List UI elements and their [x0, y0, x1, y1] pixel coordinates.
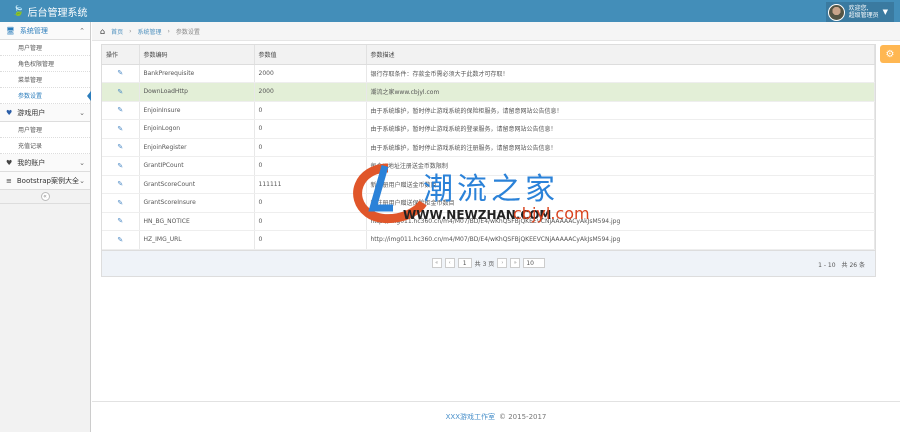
app-title: 后台管理系统 — [27, 8, 88, 19]
cell-value: 2000 — [254, 82, 367, 102]
user-greeting: 欢迎您, — [848, 5, 869, 12]
sidebar-group-label: Bootstrap案例大全 — [16, 176, 79, 185]
footer-studio: XXX游戏工作室 — [445, 413, 495, 421]
cell-value: 0 — [254, 138, 367, 157]
cell-desc: 由于系统维护，暂时停止游戏系统的登录服务，请留意网站公告信息！ — [366, 119, 875, 139]
pager: « ‹ 1 共 3 页 › » 10 1 - 10 共 26 条 — [102, 249, 875, 276]
cell-code: GrantIPCount — [139, 156, 255, 176]
footer-copyright: © 2015-2017 — [499, 413, 547, 421]
table-row[interactable]: ✎ DownLoadHttp 2000 潮流之家www.cbjyl.com — [102, 82, 875, 102]
edit-pencil-icon[interactable]: ✎ — [102, 101, 140, 120]
cell-code: EnjoinLogon — [139, 119, 255, 139]
list-icon: ≡ — [6, 176, 12, 185]
gear-icon: ⚙ — [885, 48, 895, 60]
breadcrumb-section[interactable]: 系统管理 — [138, 27, 162, 36]
chevron-down-icon: ⌄ — [79, 176, 85, 185]
sidebar-item-game-user-manage[interactable]: 用户管理 — [0, 122, 90, 138]
cell-code: BankPrerequisite — [139, 64, 255, 83]
next-page-button[interactable]: › — [497, 258, 508, 268]
cell-code: DownLoadHttp — [139, 82, 255, 102]
table-row[interactable]: ✎ EnjoinInsure 0 由于系统维护，暂时停止游戏系统的保险柜服务，请… — [102, 101, 875, 120]
sidebar-group-game-users[interactable]: ♥ 游戏用户 ⌄ — [0, 104, 90, 122]
column-header-desc[interactable]: 参数描述 — [366, 45, 875, 65]
sidebar-item-role-permission[interactable]: 角色权限管理 — [0, 56, 90, 72]
cell-value: 0 — [254, 119, 367, 139]
cell-desc: 潮流之家www.cbjyl.com — [366, 82, 875, 102]
edit-pencil-icon[interactable]: ✎ — [102, 193, 140, 213]
sidebar-group-bootstrap[interactable]: ≡ Bootstrap案例大全 ⌄ — [0, 172, 90, 190]
top-navbar: 🍃 后台管理系统 欢迎您, 超级管理员 ▼ — [0, 0, 900, 22]
cell-code: GrantScoreInsure — [139, 193, 255, 213]
page-size-select[interactable]: 10 — [523, 258, 546, 268]
cell-code: GrantScoreCount — [139, 175, 255, 194]
edit-pencil-icon[interactable]: ✎ — [102, 156, 140, 176]
sidebar: 🖥 系统管理 ⌃ 用户管理 角色权限管理 菜单管理 参数设置 ♥ 游戏用户 ⌄ … — [0, 22, 91, 432]
edit-pencil-icon[interactable]: ✎ — [102, 64, 140, 83]
breadcrumb-home[interactable]: 首页 — [111, 27, 123, 36]
breadcrumb-separator: › — [129, 27, 132, 35]
breadcrumb-current: 参数设置 — [175, 28, 200, 36]
sidebar-item-menu-manage[interactable]: 菜单管理 — [0, 72, 90, 88]
sidebar-item-param-settings[interactable]: 参数设置 — [0, 88, 91, 104]
table-row[interactable]: ✎ EnjoinRegister 0 由于系统维护，暂时停止游戏系统的注册服务，… — [102, 138, 875, 157]
prev-page-button[interactable]: ‹ — [444, 258, 455, 268]
user-name: 超级管理员 — [848, 12, 879, 19]
last-page-button[interactable]: » — [510, 258, 521, 268]
column-header-op[interactable]: 操作 — [102, 45, 140, 65]
cell-desc: 由于系统维护，暂时停止游戏系统的保险柜服务，请留意网站公告信息！ — [366, 101, 875, 120]
edit-pencil-icon[interactable]: ✎ — [102, 119, 140, 139]
cell-desc: 由于系统维护，暂时停止游戏系统的注册服务，请留意网站公告信息！ — [366, 138, 875, 157]
desktop-icon: 🖥 — [6, 26, 15, 35]
cell-desc: 银行存取条件：存款金币需必须大于此数才可存取！ — [366, 64, 875, 83]
table-row[interactable]: ✎ BankPrerequisite 2000 银行存取条件：存款金币需必须大于… — [102, 64, 875, 83]
edit-pencil-icon[interactable]: ✎ — [102, 212, 140, 231]
watermark-url-2: cbjyl.com — [513, 204, 590, 223]
sidebar-item-user-manage[interactable]: 用户管理 — [0, 40, 90, 56]
sidebar-collapse: « — [0, 190, 90, 204]
heart-icon: ♥ — [6, 108, 13, 117]
cell-value: 0 — [254, 101, 367, 120]
sidebar-group-label: 我的账户 — [17, 158, 46, 167]
chevron-down-icon: ⌄ — [79, 108, 85, 117]
table-row[interactable]: ✎ EnjoinLogon 0 由于系统维护，暂时停止游戏系统的登录服务，请留意… — [102, 119, 875, 139]
heart-icon: ♥ — [6, 158, 13, 167]
breadcrumb: ⌂ 首页 › 系统管理 › 参数设置 — [92, 22, 900, 41]
home-icon[interactable]: ⌂ — [100, 27, 105, 36]
page-number-input[interactable]: 1 — [457, 258, 472, 268]
app-brand[interactable]: 🍃 后台管理系统 — [12, 4, 87, 19]
edit-pencil-icon[interactable]: ✎ — [102, 175, 140, 194]
user-menu[interactable]: 欢迎您, 超级管理员 ▼ — [825, 2, 894, 22]
sidebar-item-recharge-records[interactable]: 充值记录 — [0, 138, 90, 154]
column-header-code[interactable]: 参数编码 — [139, 45, 255, 65]
settings-gear-button[interactable]: ⚙ — [880, 45, 900, 63]
sidebar-group-label: 游戏用户 — [17, 108, 46, 117]
double-chevron-left-icon[interactable]: « — [40, 192, 50, 201]
chevron-down-icon: ⌄ — [79, 158, 85, 167]
footer: XXX游戏工作室 © 2015-2017 — [92, 401, 900, 432]
sidebar-group-label: 系统管理 — [19, 26, 48, 35]
breadcrumb-separator: › — [167, 27, 170, 35]
sidebar-group-system[interactable]: 🖥 系统管理 ⌃ — [0, 22, 90, 40]
table-header-row: 操作 参数编码 参数值 参数描述 — [102, 45, 875, 65]
cell-code: HN_BG_NOTICE — [139, 212, 255, 231]
cell-code: EnjoinRegister — [139, 138, 255, 157]
pager-info: 1 - 10 共 26 条 — [818, 261, 865, 269]
caret-down-icon: ▼ — [882, 8, 888, 16]
chevron-up-icon: ⌃ — [79, 26, 85, 35]
cell-code: HZ_IMG_URL — [139, 230, 255, 250]
column-header-value[interactable]: 参数值 — [254, 45, 367, 65]
edit-pencil-icon[interactable]: ✎ — [102, 138, 140, 157]
sidebar-group-my-account[interactable]: ♥ 我的账户 ⌄ — [0, 154, 90, 172]
cell-value: 2000 — [254, 64, 367, 83]
cell-code: EnjoinInsure — [139, 101, 255, 120]
total-pages-text: 共 3 页 — [474, 260, 495, 268]
leaf-icon: 🍃 — [12, 6, 25, 17]
edit-pencil-icon[interactable]: ✎ — [102, 82, 140, 102]
watermark-logo: 潮流之家 WWW.NEWZHAN.COM cbjyl.com — [343, 158, 603, 238]
watermark-cn: 潮流之家 — [423, 172, 559, 207]
first-page-button[interactable]: « — [431, 258, 442, 268]
avatar — [827, 3, 845, 21]
edit-pencil-icon[interactable]: ✎ — [102, 230, 140, 250]
